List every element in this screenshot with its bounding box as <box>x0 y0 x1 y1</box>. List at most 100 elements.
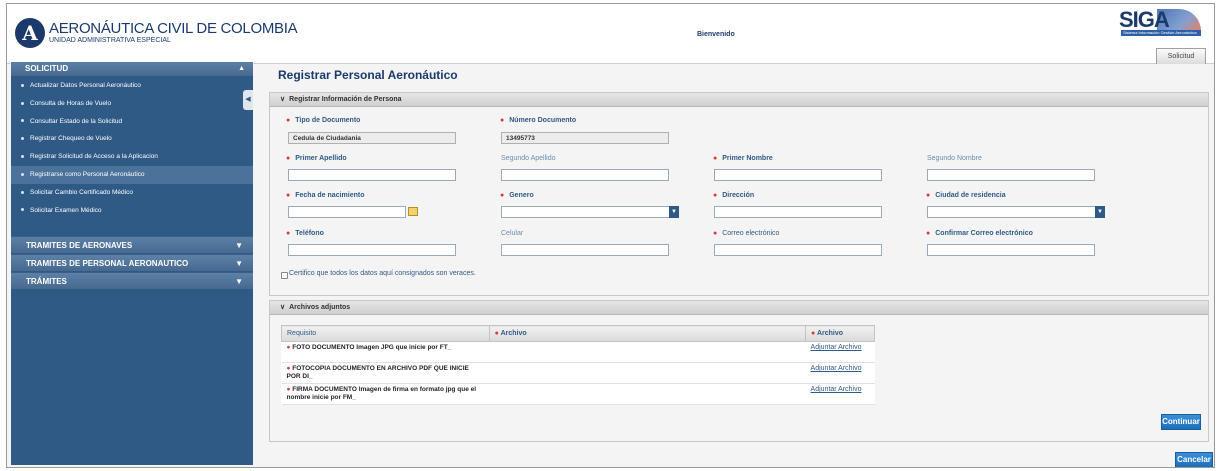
label-text: Correo electrónico <box>722 230 780 237</box>
cancel-button[interactable]: Cancelar <box>1175 452 1213 467</box>
attachments-table: Requisito ● Archivo ● Archivo ● FOTO DOC… <box>281 325 875 405</box>
sidebar-item-examen-medico[interactable]: Solicitar Examen Médico <box>11 202 253 220</box>
required-icon: ● <box>286 155 291 162</box>
telefono-input[interactable] <box>288 244 456 256</box>
sidebar-item-solicitud-acceso[interactable]: Registrar Solicitud de Acceso a la Aplic… <box>11 148 253 166</box>
chevron-up-icon: ▲ <box>238 65 245 72</box>
adjuntar-archivo-link[interactable]: Adjuntar Archivo <box>811 386 862 393</box>
celular-input[interactable] <box>501 244 669 256</box>
label-celular: Celular <box>501 230 524 237</box>
required-icon: ● <box>811 330 816 337</box>
sidebar-item-chequeo-vuelo[interactable]: Registrar Chequeo de Vuelo <box>11 130 253 148</box>
aerocivil-logo-icon: A <box>15 18 45 48</box>
sidebar: SOLICITUD ▲ Actualizar Datos Personal Ae… <box>11 62 253 465</box>
calendar-icon[interactable] <box>408 207 418 216</box>
sidebar-section-personal[interactable]: TRAMITES DE PERSONAL AERONAUTICO ▼ <box>11 254 253 271</box>
sidebar-item-label: Registrarse como Personal Aeronáutico <box>30 170 145 178</box>
table-row: ● FOTO DOCUMENTO Imagen JPG que inicie p… <box>281 341 875 363</box>
label-telefono: ● Teléfono <box>286 230 324 237</box>
required-icon: ● <box>286 365 291 372</box>
certify-label: Certifico que todos los datos aquí consi… <box>289 270 476 277</box>
double-chevron-down-icon: ∨ <box>280 96 286 103</box>
chevron-down-icon: ▼ <box>235 277 243 286</box>
adjuntar-archivo-link[interactable]: Adjuntar Archivo <box>811 365 862 372</box>
sidebar-item-registrarse[interactable]: Registrarse como Personal Aeronáutico <box>11 165 253 184</box>
required-icon: ● <box>926 192 931 199</box>
required-icon: ● <box>286 192 291 199</box>
sidebar-item-label: Registrar Solicitud de Acceso a la Aplic… <box>30 153 158 161</box>
table-header-row: Requisito ● Archivo ● Archivo <box>281 325 875 342</box>
required-icon: ● <box>286 386 291 393</box>
dropdown-arrow-icon: ▼ <box>1095 206 1105 218</box>
continue-button[interactable]: Continuar <box>1161 414 1201 430</box>
requisito-cell: ● FOTO DOCUMENTO Imagen JPG que inicie p… <box>281 341 490 363</box>
sidebar-section-tramites[interactable]: TRÁMITES ▼ <box>11 272 253 289</box>
person-panel-header[interactable]: ∨ Registrar Información de Persona <box>270 93 1208 107</box>
sidebar-item-label: Solicitar Cambio Certificado Médico <box>30 188 133 196</box>
adjuntar-cell: Adjuntar Archivo <box>805 383 875 405</box>
col-archivo-label: Archivo <box>500 330 527 337</box>
col-requisito: Requisito <box>281 325 490 342</box>
chevron-down-icon: ▼ <box>235 259 243 268</box>
correo-input[interactable] <box>714 244 882 256</box>
sidebar-item-cambio-certificado[interactable]: Solicitar Cambio Certificado Médico <box>11 184 253 202</box>
panel-title: Registrar Información de Persona <box>289 96 402 103</box>
label-ciudad: ● Ciudad de residencia <box>926 192 1006 199</box>
sidebar-item-label: Consulta de Horas de Vuelo <box>30 99 112 107</box>
required-icon: ● <box>500 192 505 199</box>
adjuntar-archivo-link[interactable]: Adjuntar Archivo <box>811 344 862 351</box>
label-tipo-documento: ● Tipo de Documento <box>286 117 360 124</box>
label-numero-documento: ● Número Documento <box>500 117 576 124</box>
fecha-nacimiento-input[interactable] <box>288 206 406 218</box>
primer-nombre-input[interactable] <box>714 169 882 181</box>
page-title: Registrar Personal Aeronáutico <box>278 68 458 82</box>
label-text: Número Documento <box>509 117 577 124</box>
required-icon: ● <box>286 117 291 124</box>
confirmar-correo-input[interactable] <box>927 244 1095 256</box>
direccion-input[interactable] <box>714 206 882 218</box>
required-icon: ● <box>713 192 718 199</box>
sidebar-item-horas-vuelo[interactable]: Consulta de Horas de Vuelo <box>11 95 253 113</box>
chevron-left-icon: ◀ <box>245 96 251 103</box>
sidebar-section-label: SOLICITUD <box>25 64 69 73</box>
certify-checkbox[interactable] <box>281 272 288 279</box>
sidebar-section-solicitud[interactable]: SOLICITUD ▲ <box>11 62 253 76</box>
archivo-cell <box>489 362 806 384</box>
sidebar-section-label: TRAMITES DE AERONAVES <box>26 241 133 250</box>
label-text: Dirección <box>722 192 755 199</box>
sidebar-item-estado-solicitud[interactable]: Consultar Estado de la Solicitud <box>11 113 253 131</box>
sidebar-item-label: Actualizar Datos Personal Aeronáutico <box>30 82 141 89</box>
collapse-sidebar-button[interactable]: ◀ <box>243 90 253 110</box>
numero-documento-field: 13495773 <box>501 132 669 144</box>
attachments-panel-header[interactable]: ∨ Archivos adjuntos <box>270 301 1208 315</box>
bullet-icon <box>21 83 24 87</box>
siga-logo: SIGA Sistema Información Gestión Aeronáu… <box>1119 7 1201 37</box>
label-text: Genero <box>509 192 534 199</box>
chevron-down-icon: ▼ <box>235 241 243 250</box>
bullet-icon <box>21 137 24 141</box>
label-text: Primer Nombre <box>722 155 773 162</box>
genero-select[interactable]: ▼ <box>501 206 679 218</box>
primer-apellido-input[interactable] <box>288 169 456 181</box>
label-confirmar-correo: ● Confirmar Correo electrónico <box>926 230 1033 237</box>
col-archivo-2: ● Archivo <box>805 325 875 342</box>
segundo-nombre-input[interactable] <box>927 169 1095 181</box>
sidebar-section-aeronaves[interactable]: TRAMITES DE AERONAVES ▼ <box>11 236 253 253</box>
bullet-icon <box>21 172 24 176</box>
label-text: Ciudad de residencia <box>935 192 1006 199</box>
ciudad-select[interactable]: ▼ <box>927 206 1105 218</box>
required-icon: ● <box>286 230 291 237</box>
siga-brand-sub: Sistema Información Gestión Aeronáutica <box>1121 30 1201 36</box>
welcome-text: Bienvenido <box>697 31 735 38</box>
panel-title: Archivos adjuntos <box>289 304 351 311</box>
table-row: ● FIRMA DOCUMENTO Imagen de firma en for… <box>281 383 875 405</box>
org-subtitle: UNIDAD ADMINISTRATIVA ESPECIAL <box>49 37 171 44</box>
archivo-cell <box>489 383 806 405</box>
label-genero: ● Genero <box>500 192 534 199</box>
label-primer-nombre: ● Primer Nombre <box>713 155 773 162</box>
tab-solicitud[interactable]: Solicitud <box>1156 48 1206 64</box>
sidebar-item-actualizar-datos[interactable]: Actualizar Datos Personal Aeronáutico <box>11 77 253 95</box>
segundo-apellido-input[interactable] <box>501 169 669 181</box>
bullet-icon <box>21 190 24 194</box>
requisito-cell: ● FIRMA DOCUMENTO Imagen de firma en for… <box>281 383 490 405</box>
